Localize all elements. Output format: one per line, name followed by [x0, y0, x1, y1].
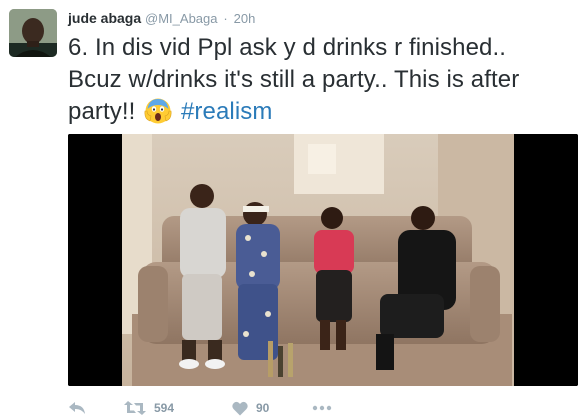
- retweet-button[interactable]: 594: [124, 398, 174, 418]
- avatar[interactable]: [9, 9, 57, 57]
- like-button[interactable]: 90: [232, 398, 269, 418]
- screaming-face-emoji-icon: [144, 97, 172, 125]
- header-separator: ·: [223, 11, 228, 26]
- tweet-text-line-3: party!! #realism: [68, 96, 578, 128]
- tweet-text-line-3-prefix: party!!: [68, 98, 143, 125]
- tweet-header: jude abaga @MI_Abaga · 20h: [68, 9, 255, 28]
- author-handle[interactable]: @MI_Abaga: [145, 11, 217, 26]
- tweet-timestamp[interactable]: 20h: [234, 11, 256, 26]
- reply-button[interactable]: [68, 398, 86, 418]
- retweet-count: 594: [154, 401, 175, 415]
- more-dots-icon: [312, 405, 332, 411]
- like-count: 90: [256, 401, 270, 415]
- tweet-text-line-2: Bcuz w/drinks it's still a party.. This …: [68, 66, 520, 93]
- tweet-video-media[interactable]: [68, 134, 578, 386]
- reply-icon: [68, 400, 86, 416]
- author-name[interactable]: jude abaga: [68, 10, 141, 26]
- retweet-icon: [124, 400, 146, 416]
- more-button[interactable]: [312, 398, 332, 418]
- tweet-text: 6. In dis vid Ppl ask y d drinks r finis…: [68, 32, 578, 128]
- tweet-text-line-1: 6. In dis vid Ppl ask y d drinks r finis…: [68, 34, 507, 61]
- hashtag-link[interactable]: #realism: [181, 98, 273, 125]
- tweet-actions: 594 90: [68, 398, 578, 418]
- heart-icon: [232, 401, 248, 416]
